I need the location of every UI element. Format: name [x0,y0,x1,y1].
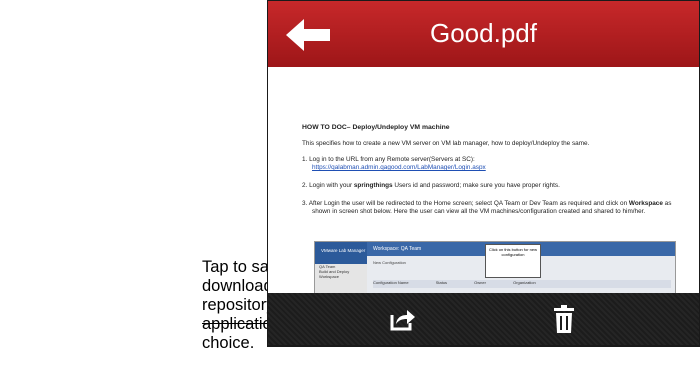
screenshot-callout-note: Click on this button for new configurati… [485,244,541,278]
doc-step-3: 3. After Login the user will be redirect… [302,200,672,216]
doc-step-2: 2. Login with your springthings Users id… [302,182,672,190]
pdf-page: HOW TO DOC– Deploy/Undeploy VM machine T… [302,124,672,226]
doc-step-2-bold: springthings [353,182,393,189]
screenshot-logo: VMware Lab Manager [321,248,366,253]
screenshot-col: Organization [513,280,536,285]
doc-heading: HOW TO DOC– Deploy/Undeploy VM machine [302,124,450,131]
doc-step-3-bold: Workspace [628,200,663,207]
document-title: Good.pdf [430,18,537,48]
doc-step-1-link[interactable]: https://qalabman.admin.qagood.com/LabMan… [312,164,486,171]
doc-step-2-text: 2. Login with your [302,182,354,189]
doc-step-3-text: 3. After Login the user will be redirect… [302,200,629,207]
screenshot-col: Owner [474,280,486,285]
share-icon[interactable] [390,307,416,331]
screenshot-new-config: New Configuration [373,260,406,265]
screenshot-col: Status [435,280,448,285]
doc-step-1: 1. Log in to the URL from any Remote ser… [302,156,672,172]
pdf-viewer[interactable]: HOW TO DOC– Deploy/Undeploy VM machine T… [268,67,699,303]
doc-step-1-text: 1. Log in to the URL from any Remote ser… [302,156,475,163]
doc-step-2-text-end: Users id and password; make sure you hav… [392,182,560,189]
bottom-toolbar [268,293,699,345]
callout-leader-line [202,323,269,324]
screenshot-col: Configuration Name [373,280,409,285]
screenshot-table-header: Configuration Name Status Owner Organiza… [373,280,671,288]
phone-screen: Good.pdf HOW TO DOC– Deploy/Undeploy VM … [267,0,700,347]
trash-icon[interactable] [554,305,574,333]
doc-intro: This specifies how to create a new VM se… [302,140,590,147]
title-bar: Good.pdf [268,1,699,68]
screenshot-nav-item: Workspace [319,274,339,279]
